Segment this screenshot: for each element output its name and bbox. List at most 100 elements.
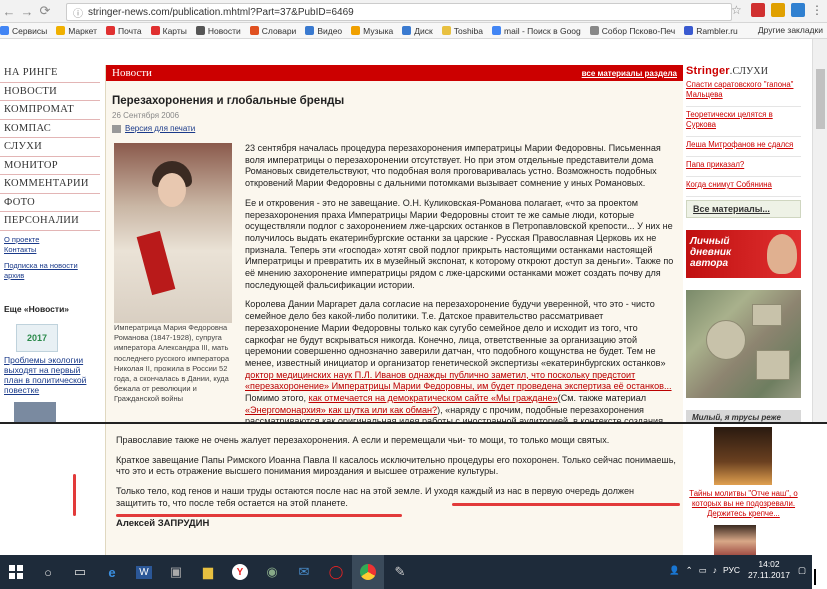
market-icon — [56, 26, 66, 35]
left-nav-item[interactable]: ПЕРСОНАЛИИ — [0, 212, 100, 231]
paragraph: 23 сентября началась процедура перезахор… — [245, 143, 661, 189]
reload-icon[interactable]: ⟳ — [36, 2, 54, 20]
bookmark-item[interactable]: Карты — [150, 26, 187, 36]
rumor-link[interactable]: Леша Митрофанов не сдался — [686, 137, 801, 157]
volume-icon[interactable]: ♪ — [713, 565, 717, 575]
bookmark-item[interactable]: Музыка — [351, 26, 393, 36]
stringer-logo[interactable]: Stringer.СЛУХИ — [686, 65, 801, 77]
all-materials-button[interactable]: Все материалы... — [686, 200, 801, 218]
task-view-icon[interactable]: ▭ — [64, 555, 96, 589]
extension-icon[interactable] — [791, 3, 805, 17]
bookmark-label: Собор Псково-Печ — [601, 25, 676, 36]
left-nav-item[interactable]: СЛУХИ — [0, 138, 100, 157]
clock[interactable]: 14:02 27.11.2017 — [748, 559, 790, 581]
forward-icon[interactable]: → — [18, 2, 36, 20]
info-icon[interactable]: ⓘ — [73, 5, 83, 20]
menu-icon[interactable]: ⋮ — [811, 3, 823, 17]
app-icon[interactable]: ◉ — [256, 555, 288, 589]
bookmark-item[interactable]: Видео — [305, 26, 342, 36]
article-title: Перезахоронения и глобальные бренды — [112, 95, 345, 107]
bookmark-label: Почта — [118, 25, 142, 36]
google-icon — [492, 26, 502, 35]
article-author: Алексей ЗАПРУДИН — [116, 517, 210, 529]
left-news-link[interactable]: Проблемы экологии выходят на первый план… — [4, 355, 100, 395]
word-icon[interactable]: W — [128, 555, 160, 589]
app-icon[interactable]: ✎ — [384, 555, 416, 589]
article-link[interactable]: как отмечается на демократическом сайте … — [309, 393, 558, 403]
personal-diary-banner[interactable]: Личный дневник автора — [686, 230, 801, 278]
page-icon — [589, 26, 599, 35]
edge-icon[interactable]: e — [96, 555, 128, 589]
extensions: ☆ ⋮ — [731, 3, 823, 17]
bookmark-item[interactable]: Toshiba — [441, 26, 483, 36]
gallery-icon[interactable]: ▣ — [160, 555, 192, 589]
aerial-photo[interactable] — [686, 290, 801, 398]
rumor-link[interactable]: Теоретически целятся в Суркова — [686, 107, 801, 137]
left-nav-item[interactable]: НОВОСТИ — [0, 83, 100, 101]
left-nav-item[interactable]: КОММЕНТАРИИ — [0, 175, 100, 194]
paragraph: Краткое завещание Папы Римского Иоанна П… — [116, 454, 676, 477]
left-nav-item[interactable]: КОМПАС — [0, 120, 100, 138]
yandex-browser-icon[interactable]: Y — [224, 555, 256, 589]
bookmark-item[interactable]: Диск — [402, 26, 433, 36]
bookmark-item[interactable]: Rambler.ru — [684, 26, 738, 36]
bookmark-item[interactable]: Почта — [106, 26, 142, 36]
other-bookmarks[interactable]: Другие закладки — [758, 25, 823, 35]
network-icon[interactable]: ▭ — [699, 565, 707, 576]
user-icon[interactable]: 👤 — [669, 565, 680, 576]
left-small-link[interactable]: архив — [4, 271, 100, 281]
quote-banner[interactable]: Милый, я трусы реже — [686, 410, 801, 422]
rumor-link[interactable]: Когда снимут Собянина — [686, 177, 801, 197]
bookmark-item[interactable]: Собор Псково-Печ — [589, 25, 676, 36]
system-tray: 👤 ⌃ ▭ ♪ РУС 14:02 27.11.2017 ▢ — [669, 559, 806, 581]
rumor-link[interactable]: Папа приказал? — [686, 157, 801, 177]
article-link[interactable]: доктор медицинских наук П.Л. Иванов одна… — [245, 370, 672, 392]
chevron-up-icon[interactable]: ⌃ — [686, 565, 693, 576]
back-icon[interactable]: ← — [0, 2, 18, 20]
logo-2017[interactable]: 2017 — [16, 324, 58, 352]
notification-icon[interactable]: ▢ — [798, 565, 806, 576]
left-nav-item[interactable]: НА РИНГЕ — [0, 64, 100, 83]
paragraph: Только тело, код генов и наши труды оста… — [116, 486, 635, 508]
folder-icon[interactable]: ▆ — [192, 555, 224, 589]
bookmark-label: Музыка — [363, 25, 394, 36]
bookmark-item[interactable]: Новости — [195, 25, 241, 36]
bookmark-label: mail - Поиск в Goog — [504, 25, 581, 36]
annotation-underline — [116, 514, 402, 517]
left-nav-item[interactable]: КОМПРОМАТ — [0, 101, 100, 120]
bookmark-label: Новости — [207, 25, 241, 36]
prayer-link[interactable]: Тайны молитвы "Отче наш", о которых вы н… — [686, 489, 801, 519]
article-link[interactable]: «Энергомонархия» как шутка или как обман… — [245, 405, 437, 415]
start-button[interactable] — [0, 555, 32, 589]
left-nav-item[interactable]: МОНИТОР — [0, 157, 100, 175]
portrait-caption: Императрица Мария Федоровна Романова (18… — [114, 323, 230, 404]
chrome-icon[interactable] — [352, 555, 384, 589]
candle-thumbnail[interactable] — [714, 427, 772, 485]
rumor-link[interactable]: Спасти саратовского "гапона" Мальцева — [686, 77, 801, 107]
bookmark-item[interactable]: Маркет — [56, 26, 97, 36]
person-thumbnail[interactable] — [714, 525, 756, 555]
all-materials-link[interactable]: все материалы раздела — [582, 69, 677, 78]
opera-icon[interactable]: ◯ — [320, 555, 352, 589]
bookmark-label: Маркет — [68, 25, 98, 36]
left-small-link[interactable]: Контакты — [4, 245, 100, 255]
article-continuation: Православие также не очень жалует переза… — [105, 424, 683, 555]
bookmark-label: Сервисы — [12, 25, 48, 36]
bookmark-item[interactable]: mail - Поиск в Goog — [492, 26, 581, 36]
left-small-link[interactable]: О проекте — [4, 235, 100, 245]
mail-icon[interactable]: ✉ — [288, 555, 320, 589]
page-scrollbar[interactable] — [812, 39, 827, 422]
star-icon[interactable]: ☆ — [731, 3, 745, 17]
language-indicator[interactable]: РУС — [723, 565, 740, 575]
print-version-link[interactable]: Версия для печати — [112, 124, 195, 133]
bookmark-item[interactable]: Сервисы — [0, 26, 47, 36]
extension-icon[interactable] — [771, 3, 785, 17]
left-small-link[interactable]: Подписка на новости — [4, 261, 100, 271]
news-icon — [195, 26, 205, 35]
extension-icon[interactable] — [751, 3, 765, 17]
bookmark-item[interactable]: Словари — [249, 26, 296, 36]
search-icon[interactable]: ○ — [32, 555, 64, 589]
left-nav-item[interactable]: ФОТО — [0, 194, 100, 212]
left-news-thumbnail[interactable] — [14, 402, 56, 422]
address-bar[interactable]: ⓘ stringer-news.com/publication.mhtml?Pa… — [66, 3, 732, 21]
